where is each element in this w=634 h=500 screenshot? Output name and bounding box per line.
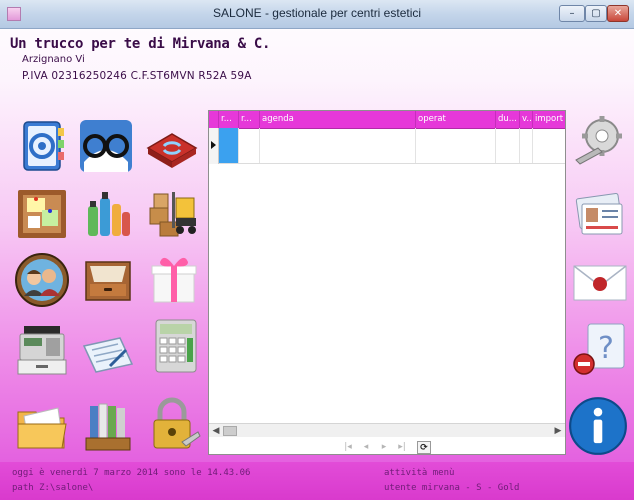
row-selector[interactable] xyxy=(209,128,219,164)
table-row[interactable] xyxy=(219,128,565,164)
gift-button[interactable] xyxy=(146,250,202,306)
column-header-agenda[interactable]: agenda xyxy=(260,111,416,128)
record-navigator: |◂ ◂ ▸ ▸| ⟳ xyxy=(341,441,441,455)
cosmetics-icon xyxy=(88,192,130,236)
help-question-icon: ? xyxy=(573,323,625,375)
header-row-selector xyxy=(209,111,219,128)
security-button[interactable] xyxy=(146,396,202,452)
id-cards-icon xyxy=(575,192,623,235)
company-name: Un trucco per te di Mirvana & C. xyxy=(10,36,271,52)
info-button[interactable] xyxy=(568,396,628,456)
table-cell[interactable] xyxy=(520,128,533,163)
binders-icon xyxy=(85,403,131,451)
sync-arrows-icon xyxy=(146,133,198,168)
padlock-key-icon xyxy=(153,397,201,449)
warehouse-button[interactable] xyxy=(146,184,202,240)
documents-button[interactable] xyxy=(80,326,136,382)
calculator-button[interactable] xyxy=(148,318,204,374)
status-activity: attività menù xyxy=(384,468,455,478)
address-book-icon xyxy=(23,121,64,171)
minimize-button[interactable]: – xyxy=(559,5,585,22)
appointments-grid[interactable]: r... r... agenda operat du... v... impor… xyxy=(208,110,566,455)
table-cell[interactable] xyxy=(416,128,496,163)
column-header[interactable]: v... xyxy=(520,111,533,128)
notice-board-button[interactable] xyxy=(14,186,70,242)
svg-text:?: ? xyxy=(598,331,614,366)
cash-register-button[interactable] xyxy=(14,322,70,378)
status-bar: oggi è venerdì 7 marzo 2014 sono le 14.4… xyxy=(0,462,634,500)
title-bar: SALONE - gestionale per centri estetici … xyxy=(0,0,634,29)
table-cell[interactable] xyxy=(239,128,260,163)
binders-button[interactable] xyxy=(80,398,136,454)
column-header-operator[interactable]: operat xyxy=(416,111,496,128)
scroll-right-arrow[interactable]: ▶ xyxy=(552,425,564,437)
company-city: Arzignano Vi xyxy=(22,54,85,65)
column-header[interactable]: r... xyxy=(219,111,239,128)
table-cell[interactable] xyxy=(260,128,416,163)
settings-button[interactable] xyxy=(572,112,628,168)
sync-button[interactable] xyxy=(144,118,200,174)
maximize-button[interactable]: ▢ xyxy=(585,5,607,22)
documents-icon xyxy=(82,337,134,373)
scroll-left-arrow[interactable]: ◀ xyxy=(210,425,222,437)
column-header-duration[interactable]: du... xyxy=(496,111,520,128)
mail-button[interactable] xyxy=(572,254,628,310)
table-cell[interactable] xyxy=(533,128,565,163)
reading-glasses-button[interactable] xyxy=(78,118,134,174)
reading-glasses-icon xyxy=(80,120,132,172)
table-cell[interactable] xyxy=(496,128,520,163)
status-path: path Z:\salone\ xyxy=(12,483,94,493)
close-button[interactable]: ✕ xyxy=(607,5,629,22)
folders-button[interactable] xyxy=(14,398,70,454)
grid-header: r... r... agenda operat du... v... impor… xyxy=(209,111,565,129)
column-header-amount[interactable]: import xyxy=(533,111,565,128)
first-record-button[interactable]: |◂ xyxy=(341,441,355,454)
drawer-icon xyxy=(85,261,131,301)
calculator-icon xyxy=(155,319,197,373)
folders-icon xyxy=(17,407,67,449)
status-datetime: oggi è venerdì 7 marzo 2014 sono le 14.4… xyxy=(12,468,251,478)
refresh-button[interactable]: ⟳ xyxy=(417,441,431,454)
window-title: SALONE - gestionale per centri estetici xyxy=(212,6,422,20)
next-record-button[interactable]: ▸ xyxy=(377,441,391,454)
horizontal-scrollbar[interactable]: ◀ ▶ xyxy=(209,423,565,437)
scroll-thumb[interactable] xyxy=(223,426,237,436)
prev-record-button[interactable]: ◂ xyxy=(359,441,373,454)
status-user: utente mirvana - S - Gold xyxy=(384,483,520,493)
column-header[interactable]: r... xyxy=(239,111,260,128)
clients-portrait-icon xyxy=(15,253,69,307)
cosmetics-button[interactable] xyxy=(80,186,136,242)
cash-register-icon xyxy=(17,326,67,375)
forklift-boxes-icon xyxy=(149,192,196,237)
gift-box-icon xyxy=(151,257,197,303)
info-icon xyxy=(569,397,627,455)
clients-button[interactable] xyxy=(14,252,70,308)
current-row-indicator xyxy=(211,141,216,149)
id-cards-button[interactable] xyxy=(572,186,628,242)
last-record-button[interactable]: ▸| xyxy=(395,441,409,454)
archive-drawer-button[interactable] xyxy=(80,252,136,308)
table-cell-selected[interactable] xyxy=(219,128,239,163)
gear-wrench-icon xyxy=(575,116,622,165)
company-vat: P.IVA 02316250246 C.F.ST6MVN R52A 59A xyxy=(22,70,252,82)
help-button[interactable]: ? xyxy=(572,320,628,376)
address-book-button[interactable] xyxy=(14,118,70,174)
envelope-icon xyxy=(573,265,627,301)
notice-board-icon xyxy=(18,190,66,238)
